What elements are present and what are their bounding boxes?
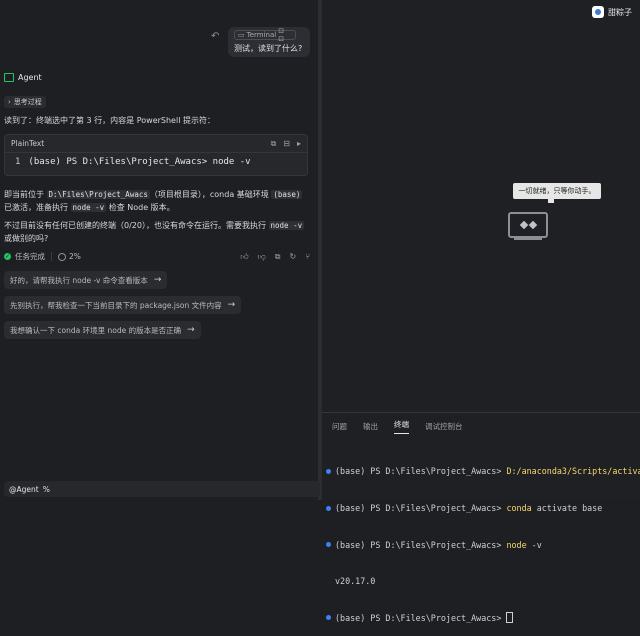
text: 检查 Node 版本。	[106, 203, 175, 212]
tab-output[interactable]: 输出	[363, 421, 378, 432]
agent-mention[interactable]: @Agent	[9, 485, 39, 494]
command-args: activate base	[531, 503, 603, 514]
reply-paragraph-3: 不过目前没有任何已创建的终端（0/20），也没有命令在运行。需要我执行 node…	[4, 219, 312, 245]
user-message-bubble: ▭ Terminal ⊡ ⊡ 测试，读到了什么?	[228, 27, 310, 57]
terminal-line: (base) PS D:\Files\Project_Awacs> conda …	[326, 502, 640, 514]
prompt: (base) PS D:\Files\Project_Awacs>	[335, 503, 507, 514]
code-block: PlainText ⧉ ⊟ ▸ 1 (base) PS D:\Files\Proj…	[4, 134, 308, 176]
thinking-label: 思考过程	[13, 98, 42, 106]
agent-icon	[4, 73, 14, 82]
status-row: ✓ 任务完成 2% 👍︎ 👎︎ ⧉ ↻ ⑂	[4, 251, 310, 262]
suggestion-text: 先别执行，帮我检查一下当前目录下的 package.json 文件内容	[10, 300, 222, 310]
suggestion-3[interactable]: 我想确认一下 conda 环境里 node 的版本是否正确 →	[4, 321, 201, 339]
text: （项目根目录），conda 基础环境	[149, 190, 272, 199]
robot-icon	[508, 212, 548, 238]
thinking-toggle[interactable]: › 思考过程	[4, 96, 46, 108]
user-name: 甜粽子	[608, 7, 632, 17]
suggestion-text: 我想确认一下 conda 环境里 node 的版本是否正确	[10, 325, 182, 335]
reply-paragraph-2: 即当前位于 D:\Files\Project_Awacs （项目根目录），cond…	[4, 188, 310, 214]
branch-icon[interactable]: ⑂	[305, 252, 310, 262]
command-args: -v	[526, 539, 542, 550]
chat-panel	[0, 0, 318, 500]
copy-icon[interactable]: ⧉	[275, 252, 281, 262]
undo-icon[interactable]: ↶	[211, 31, 219, 42]
arrow-right-icon: →	[187, 325, 195, 335]
arrow-right-icon: →	[227, 300, 236, 310]
status-percent: 2%	[69, 252, 81, 261]
suggestion-1[interactable]: 好的，请帮我执行 node -v 命令查看版本 →	[4, 271, 168, 289]
tooltip-tail	[548, 199, 554, 203]
text: 已激活，准备执行	[4, 203, 71, 212]
inline-code: node -v	[268, 221, 305, 230]
thumbs-up-icon[interactable]: 👍︎	[240, 252, 248, 262]
chevron-right-icon: ›	[8, 98, 11, 106]
suggestion-text: 好的，请帮我执行 node -v 命令查看版本	[10, 275, 148, 285]
terminal-line: (base) PS D:\Files\Project_Awacs> node -…	[326, 539, 640, 551]
code-block-header: PlainText ⧉ ⊟ ▸	[5, 135, 307, 153]
terminal-context-chip[interactable]: ▭ Terminal ⊡ ⊡	[234, 27, 296, 43]
tab-terminal[interactable]: 终端	[394, 419, 409, 434]
terminal-chip-label: Terminal	[246, 31, 277, 39]
line-number: 1	[15, 157, 21, 167]
terminal-line: (base) PS D:\Files\Project_Awacs> D:/ana…	[326, 465, 640, 477]
copy-icon[interactable]: ⧉	[271, 139, 277, 149]
terminal-cursor	[506, 612, 514, 624]
reply-line-1: 读到了：终端选中了第 3 行，内容是 PowerShell 提示符：	[4, 116, 215, 125]
progress-ring-icon	[58, 252, 66, 261]
command: D:/anaconda3/Scripts/activate	[506, 466, 640, 477]
terminal-output[interactable]: (base) PS D:\Files\Project_Awacs> D:/ana…	[326, 441, 640, 636]
empty-state-tooltip: 一切就绪，只等你动手。	[513, 183, 601, 199]
prompt: (base) PS D:\Files\Project_Awacs>	[335, 466, 507, 477]
user-header: 甜粽子	[592, 6, 632, 18]
terminal-icon: ▭	[238, 31, 245, 39]
prompt: (base) PS D:\Files\Project_Awacs>	[335, 612, 507, 623]
agent-label: Agent	[18, 73, 42, 82]
check-icon: ✓	[4, 253, 11, 260]
code-text: (base) PS D:\Files\Project_Awacs> node -…	[28, 157, 251, 167]
output-text: v20.17.0	[335, 576, 376, 587]
suggestion-2[interactable]: 先别执行，帮我检查一下当前目录下的 package.json 文件内容 →	[4, 296, 242, 314]
avatar	[592, 6, 604, 18]
status-done: 任务完成	[15, 252, 45, 261]
agent-header: Agent	[4, 73, 42, 82]
insert-icon[interactable]: ⊟	[283, 139, 290, 149]
text: 或做别的吗?	[4, 234, 49, 243]
run-icon[interactable]: ▸	[297, 139, 301, 149]
percent-icon[interactable]: %	[43, 485, 50, 494]
inline-code: (base)	[271, 190, 303, 199]
inline-code: node -v	[70, 203, 107, 212]
user-message-text: 测试，读到了什么?	[234, 44, 303, 53]
terminal-line: (base) PS D:\Files\Project_Awacs>	[326, 612, 640, 624]
terminal-line: v20.17.0	[326, 575, 640, 587]
tab-problems[interactable]: 问题	[332, 421, 347, 432]
inline-code: D:\Files\Project_Awacs	[46, 190, 150, 199]
code-line: 1 (base) PS D:\Files\Project_Awacs> node …	[5, 153, 307, 171]
command: node	[506, 539, 527, 550]
retry-icon[interactable]: ↻	[289, 252, 296, 262]
text: 不过目前没有任何已创建的终端（0/20），也没有命令在运行。需要我执行	[4, 221, 269, 230]
code-lang-label: PlainText	[11, 139, 45, 148]
bottom-panel-tabs: 问题 输出 终端 调试控制台	[322, 412, 640, 440]
thumbs-down-icon[interactable]: 👎︎	[258, 252, 266, 262]
tab-debug-console[interactable]: 调试控制台	[425, 421, 463, 432]
chip-icons: ⊡ ⊡	[278, 27, 285, 43]
robot-base	[514, 238, 542, 240]
text: 即当前位于	[4, 190, 47, 199]
command: conda	[506, 503, 532, 514]
arrow-right-icon: →	[153, 275, 162, 285]
chat-input[interactable]: @Agent %	[4, 481, 320, 497]
prompt: (base) PS D:\Files\Project_Awacs>	[335, 539, 507, 550]
